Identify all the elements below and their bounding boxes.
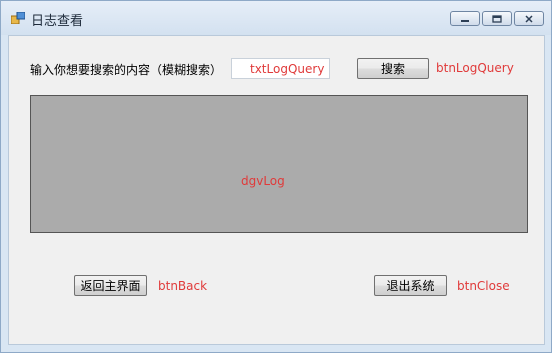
close-icon [525, 14, 533, 23]
maximize-icon [492, 14, 502, 23]
window-title: 日志查看 [31, 14, 84, 29]
search-button-name-hint: btnLogQuery [436, 61, 514, 75]
search-prompt-label: 输入你想要搜索的内容（模糊搜索） [30, 63, 223, 77]
back-button-name-hint: btnBack [158, 279, 208, 293]
title-bar[interactable]: 日志查看 [1, 1, 551, 35]
back-to-main-button[interactable]: 返回主界面 [74, 275, 147, 296]
search-button[interactable]: 搜索 [357, 58, 429, 79]
grid-name-hint: dgvLog [241, 174, 285, 188]
log-query-input[interactable] [231, 58, 330, 79]
exit-system-button[interactable]: 退出系统 [374, 275, 447, 296]
exit-button-name-hint: btnClose [457, 279, 510, 293]
close-window-button[interactable] [514, 11, 544, 26]
log-data-grid[interactable]: dgvLog [30, 95, 528, 233]
minimize-button[interactable] [450, 11, 480, 26]
maximize-button[interactable] [482, 11, 512, 26]
minimize-icon [461, 19, 469, 22]
app-window-icon [11, 12, 25, 24]
